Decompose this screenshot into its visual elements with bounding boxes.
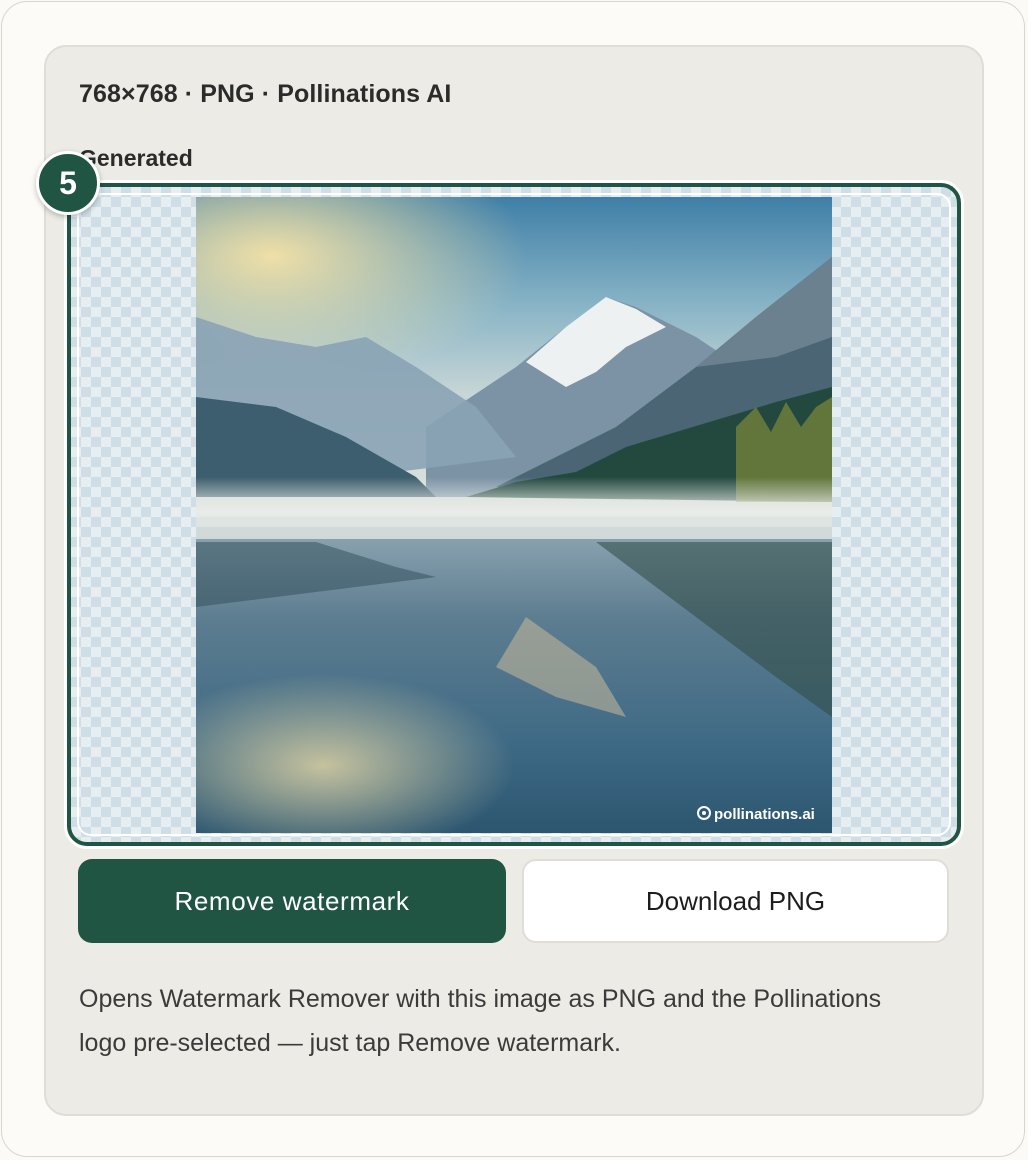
download-png-button[interactable]: Download PNG — [522, 859, 949, 943]
image-meta: 768×768 · PNG · Pollinations AI — [79, 80, 452, 108]
remove-watermark-button[interactable]: Remove watermark — [78, 859, 506, 943]
svg-text:pollinations.ai: pollinations.ai — [714, 806, 815, 823]
image-preview[interactable]: pollinations.ai — [67, 183, 961, 846]
pollinations-watermark: pollinations.ai — [697, 806, 815, 823]
helper-text: Opens Watermark Remover with this image … — [79, 985, 882, 1057]
generated-image: pollinations.ai — [196, 197, 832, 833]
step-badge: 5 — [36, 151, 100, 215]
